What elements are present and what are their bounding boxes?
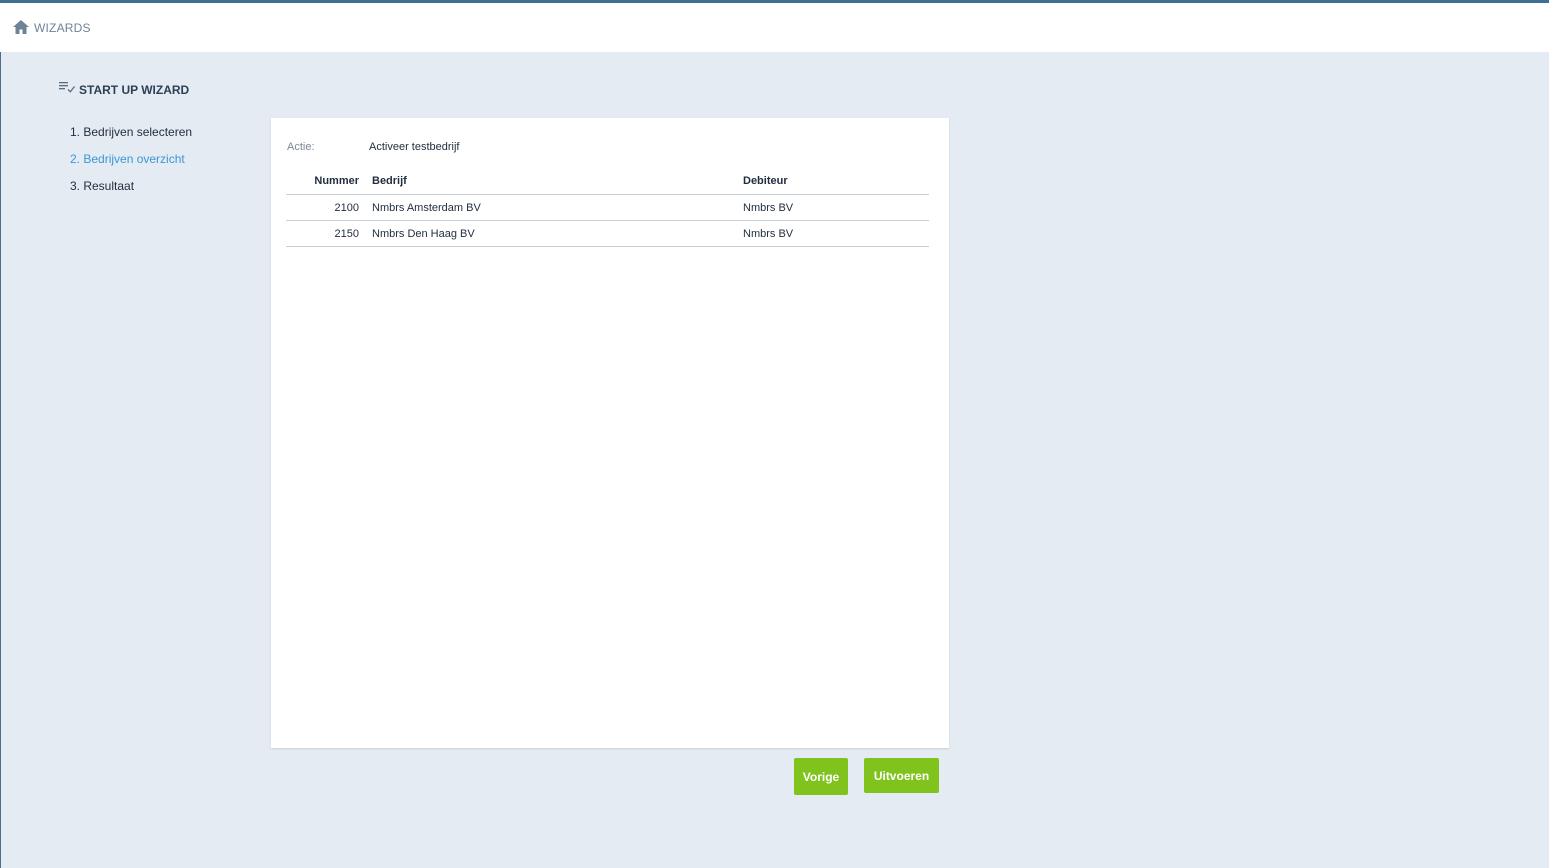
execute-button[interactable]: Uitvoeren xyxy=(864,758,939,793)
breadcrumb-wizards[interactable]: WIZARDS xyxy=(34,21,91,35)
overview-panel: Actie: Activeer testbedrijf Nummer Bedri… xyxy=(271,118,949,748)
top-bar: WIZARDS xyxy=(0,0,1549,52)
cell-bedrijf: Nmbrs Den Haag BV xyxy=(372,220,743,247)
cell-nummer: 2100 xyxy=(286,194,372,221)
cell-debiteur: Nmbrs BV xyxy=(743,194,929,221)
table-row[interactable]: 2150 Nmbrs Den Haag BV Nmbrs BV xyxy=(286,220,929,247)
column-header-bedrijf[interactable]: Bedrijf xyxy=(372,168,743,195)
companies-table: Nummer Bedrijf Debiteur 2100 Nmbrs Amste… xyxy=(286,168,929,247)
wizard-title: START UP WIZARD xyxy=(79,83,190,97)
table-row[interactable]: 2100 Nmbrs Amsterdam BV Nmbrs BV xyxy=(286,194,929,221)
cell-nummer: 2150 xyxy=(286,220,372,247)
home-icon[interactable] xyxy=(12,19,30,35)
column-header-nummer[interactable]: Nummer xyxy=(286,168,372,195)
actie-label: Actie: xyxy=(287,141,315,153)
step-bedrijven-selecteren[interactable]: 1. Bedrijven selecteren xyxy=(70,125,192,152)
cell-bedrijf: Nmbrs Amsterdam BV xyxy=(372,194,743,221)
table-header-row: Nummer Bedrijf Debiteur xyxy=(286,168,929,195)
actie-value: Activeer testbedrijf xyxy=(369,141,460,153)
wizard-steps: 1. Bedrijven selecteren 2. Bedrijven ove… xyxy=(70,125,192,206)
cell-debiteur: Nmbrs BV xyxy=(743,220,929,247)
checklist-icon xyxy=(59,82,76,93)
step-resultaat[interactable]: 3. Resultaat xyxy=(70,179,192,206)
window-edge xyxy=(0,0,1,868)
step-bedrijven-overzicht[interactable]: 2. Bedrijven overzicht xyxy=(70,152,192,179)
column-header-debiteur[interactable]: Debiteur xyxy=(743,168,929,195)
previous-button[interactable]: Vorige xyxy=(794,758,848,795)
